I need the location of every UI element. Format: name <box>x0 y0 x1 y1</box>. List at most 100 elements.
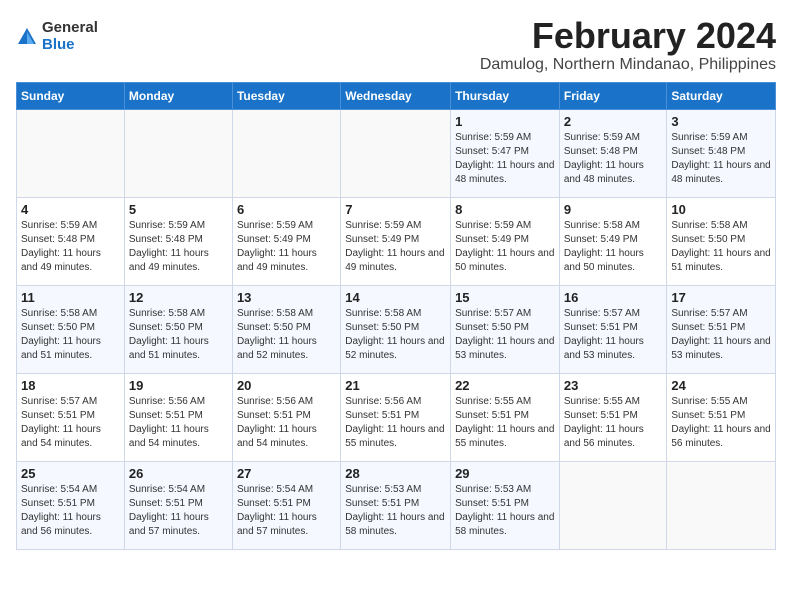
day-cell: 22 Sunrise: 5:55 AMSunset: 5:51 PMDayligh… <box>451 373 560 461</box>
day-number: 2 <box>564 114 663 129</box>
day-number: 21 <box>345 378 446 393</box>
logo-icon <box>16 26 38 48</box>
day-info: Sunrise: 5:58 AMSunset: 5:50 PMDaylight:… <box>345 307 446 363</box>
day-cell: 4 Sunrise: 5:59 AMSunset: 5:48 PMDaylight… <box>17 197 125 285</box>
day-cell: 28Sunrise: 5:53 AMSunset: 5:51 PMDayligh… <box>341 461 451 549</box>
day-cell: 3 Sunrise: 5:59 AMSunset: 5:48 PMDaylight… <box>667 109 776 197</box>
day-number: 12 <box>129 290 228 305</box>
header-wednesday: Wednesday <box>341 82 451 109</box>
day-info: Sunrise: 5:58 AMSunset: 5:50 PMDaylight:… <box>237 307 336 363</box>
day-cell <box>124 109 232 197</box>
day-cell: 2 Sunrise: 5:59 AMSunset: 5:48 PMDaylight… <box>559 109 667 197</box>
day-info: Sunrise: 5:57 AMSunset: 5:50 PMDaylight:… <box>455 307 555 363</box>
day-number: 4 <box>21 202 120 217</box>
day-number: 7 <box>345 202 446 217</box>
day-number: 22 <box>455 378 555 393</box>
day-cell <box>559 461 667 549</box>
day-number: 17 <box>671 290 771 305</box>
day-number: 29 <box>455 466 555 481</box>
header-sunday: Sunday <box>17 82 125 109</box>
day-number: 18 <box>21 378 120 393</box>
day-number: 26 <box>129 466 228 481</box>
week-row-3: 11Sunrise: 5:58 AMSunset: 5:50 PMDayligh… <box>17 285 776 373</box>
day-info: Sunrise: 5:59 AMSunset: 5:48 PMDaylight:… <box>564 131 663 187</box>
day-cell: 6Sunrise: 5:59 AMSunset: 5:49 PMDaylight… <box>232 197 340 285</box>
title-area: February 2024 Damulog, Northern Mindanao… <box>480 16 776 74</box>
day-cell: 12 Sunrise: 5:58 AMSunset: 5:50 PMDayligh… <box>124 285 232 373</box>
calendar-table: SundayMondayTuesdayWednesdayThursdayFrid… <box>16 82 776 550</box>
header-saturday: Saturday <box>667 82 776 109</box>
day-cell: 25 Sunrise: 5:54 AMSunset: 5:51 PMDayligh… <box>17 461 125 549</box>
day-number: 27 <box>237 466 336 481</box>
day-info: Sunrise: 5:59 AMSunset: 5:49 PMDaylight:… <box>345 219 446 275</box>
day-cell: 16Sunrise: 5:57 AMSunset: 5:51 PMDayligh… <box>559 285 667 373</box>
day-info: Sunrise: 5:58 AMSunset: 5:50 PMDaylight:… <box>21 307 120 363</box>
calendar-header-row: SundayMondayTuesdayWednesdayThursdayFrid… <box>17 82 776 109</box>
day-cell: 26 Sunrise: 5:54 AMSunset: 5:51 PMDayligh… <box>124 461 232 549</box>
day-number: 24 <box>671 378 771 393</box>
day-info: Sunrise: 5:54 AMSunset: 5:51 PMDaylight:… <box>237 483 336 539</box>
day-info: Sunrise: 5:54 AMSunset: 5:51 PMDaylight:… <box>129 483 228 539</box>
day-info: Sunrise: 5:59 AMSunset: 5:49 PMDaylight:… <box>237 219 336 275</box>
day-cell: 11Sunrise: 5:58 AMSunset: 5:50 PMDayligh… <box>17 285 125 373</box>
day-cell: 27 Sunrise: 5:54 AMSunset: 5:51 PMDayligh… <box>232 461 340 549</box>
day-info: Sunrise: 5:55 AMSunset: 5:51 PMDaylight:… <box>671 395 771 451</box>
day-cell <box>667 461 776 549</box>
day-number: 10 <box>671 202 771 217</box>
day-info: Sunrise: 5:58 AMSunset: 5:49 PMDaylight:… <box>564 219 663 275</box>
day-cell: 23Sunrise: 5:55 AMSunset: 5:51 PMDayligh… <box>559 373 667 461</box>
day-info: Sunrise: 5:59 AMSunset: 5:49 PMDaylight:… <box>455 219 555 275</box>
day-number: 25 <box>21 466 120 481</box>
day-cell: 29 Sunrise: 5:53 AMSunset: 5:51 PMDayligh… <box>451 461 560 549</box>
day-info: Sunrise: 5:58 AMSunset: 5:50 PMDaylight:… <box>129 307 228 363</box>
day-cell: 10 Sunrise: 5:58 AMSunset: 5:50 PMDayligh… <box>667 197 776 285</box>
logo-general: General <box>42 20 98 37</box>
week-row-1: 1Sunrise: 5:59 AMSunset: 5:47 PMDaylight… <box>17 109 776 197</box>
day-info: Sunrise: 5:55 AMSunset: 5:51 PMDaylight:… <box>455 395 555 451</box>
day-cell: 21 Sunrise: 5:56 AMSunset: 5:51 PMDayligh… <box>341 373 451 461</box>
day-info: Sunrise: 5:56 AMSunset: 5:51 PMDaylight:… <box>345 395 446 451</box>
day-number: 14 <box>345 290 446 305</box>
month-title: February 2024 <box>480 16 776 56</box>
location-title: Damulog, Northern Mindanao, Philippines <box>480 56 776 74</box>
day-info: Sunrise: 5:54 AMSunset: 5:51 PMDaylight:… <box>21 483 120 539</box>
day-info: Sunrise: 5:59 AMSunset: 5:48 PMDaylight:… <box>671 131 771 187</box>
day-number: 15 <box>455 290 555 305</box>
day-number: 9 <box>564 202 663 217</box>
day-number: 8 <box>455 202 555 217</box>
logo: General Blue <box>16 20 98 53</box>
day-cell: 15 Sunrise: 5:57 AMSunset: 5:50 PMDayligh… <box>451 285 560 373</box>
day-cell: 13 Sunrise: 5:58 AMSunset: 5:50 PMDayligh… <box>232 285 340 373</box>
day-info: Sunrise: 5:53 AMSunset: 5:51 PMDaylight:… <box>455 483 555 539</box>
day-info: Sunrise: 5:58 AMSunset: 5:50 PMDaylight:… <box>671 219 771 275</box>
day-number: 16 <box>564 290 663 305</box>
week-row-2: 4 Sunrise: 5:59 AMSunset: 5:48 PMDaylight… <box>17 197 776 285</box>
day-info: Sunrise: 5:59 AMSunset: 5:48 PMDaylight:… <box>129 219 228 275</box>
day-cell: 18 Sunrise: 5:57 AMSunset: 5:51 PMDayligh… <box>17 373 125 461</box>
day-cell: 8 Sunrise: 5:59 AMSunset: 5:49 PMDaylight… <box>451 197 560 285</box>
day-cell: 1Sunrise: 5:59 AMSunset: 5:47 PMDaylight… <box>451 109 560 197</box>
day-cell: 9 Sunrise: 5:58 AMSunset: 5:49 PMDaylight… <box>559 197 667 285</box>
day-number: 3 <box>671 114 771 129</box>
page-header: General Blue February 2024 Damulog, Nort… <box>16 16 776 74</box>
day-number: 1 <box>455 114 555 129</box>
day-info: Sunrise: 5:53 AMSunset: 5:51 PMDaylight:… <box>345 483 446 539</box>
day-number: 13 <box>237 290 336 305</box>
day-cell: 24 Sunrise: 5:55 AMSunset: 5:51 PMDayligh… <box>667 373 776 461</box>
day-info: Sunrise: 5:57 AMSunset: 5:51 PMDaylight:… <box>21 395 120 451</box>
day-cell: 20 Sunrise: 5:56 AMSunset: 5:51 PMDayligh… <box>232 373 340 461</box>
day-cell: 14 Sunrise: 5:58 AMSunset: 5:50 PMDayligh… <box>341 285 451 373</box>
day-number: 5 <box>129 202 228 217</box>
day-number: 23 <box>564 378 663 393</box>
header-monday: Monday <box>124 82 232 109</box>
day-cell: 7 Sunrise: 5:59 AMSunset: 5:49 PMDaylight… <box>341 197 451 285</box>
day-info: Sunrise: 5:59 AMSunset: 5:48 PMDaylight:… <box>21 219 120 275</box>
day-info: Sunrise: 5:56 AMSunset: 5:51 PMDaylight:… <box>237 395 336 451</box>
day-cell <box>341 109 451 197</box>
header-tuesday: Tuesday <box>232 82 340 109</box>
day-number: 20 <box>237 378 336 393</box>
day-cell: 19Sunrise: 5:56 AMSunset: 5:51 PMDayligh… <box>124 373 232 461</box>
header-thursday: Thursday <box>451 82 560 109</box>
day-cell <box>17 109 125 197</box>
day-cell: 17Sunrise: 5:57 AMSunset: 5:51 PMDayligh… <box>667 285 776 373</box>
